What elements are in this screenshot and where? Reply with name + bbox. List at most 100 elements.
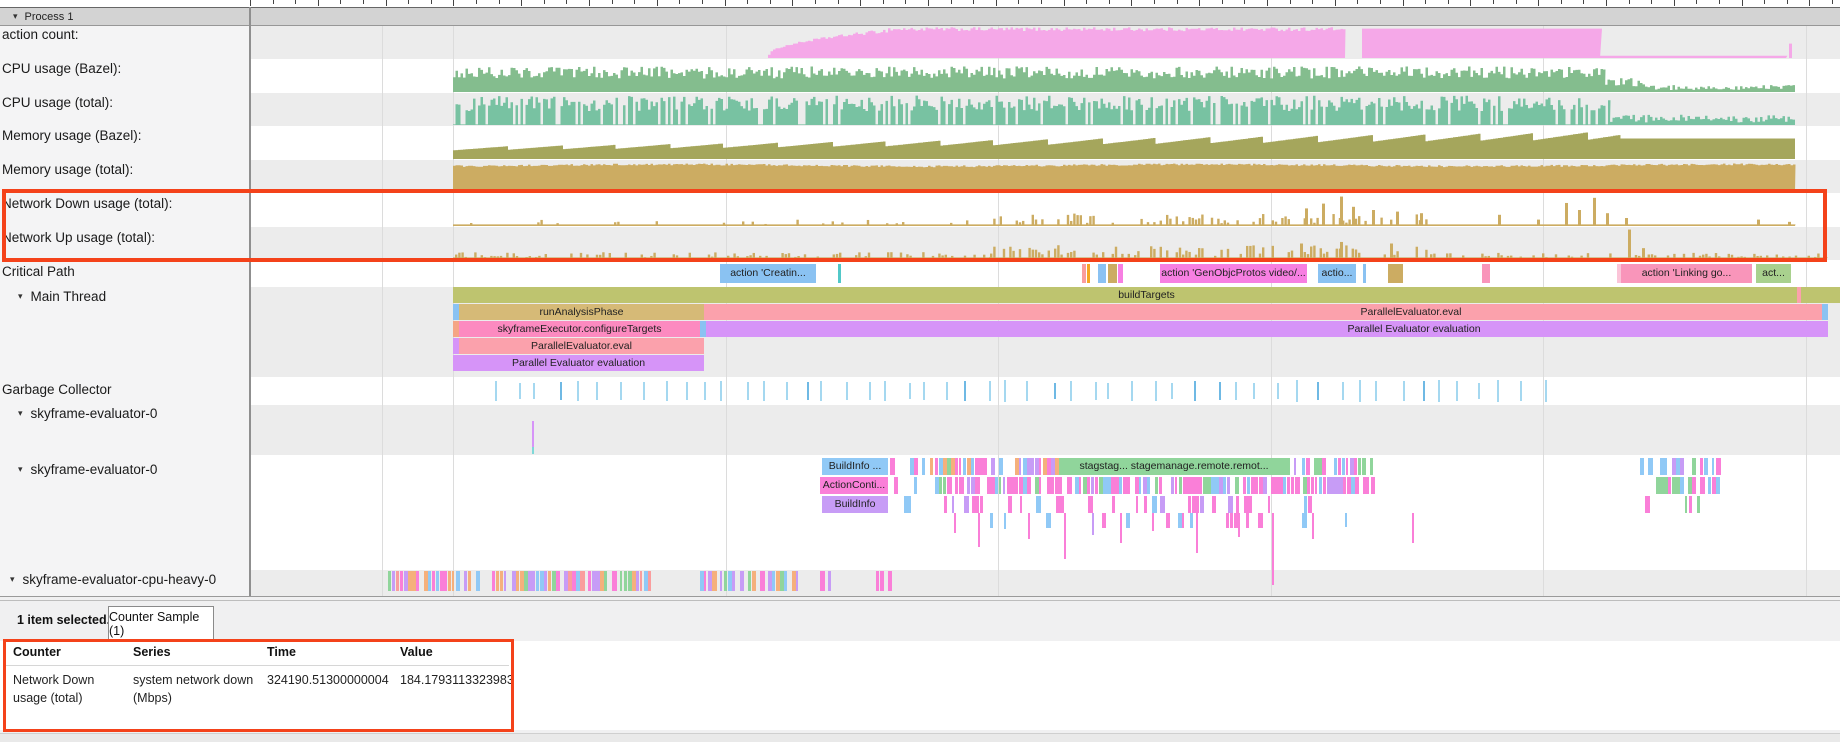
trace-slice[interactable]: [516, 571, 519, 591]
trace-slice[interactable]: [464, 571, 467, 591]
trace-slice[interactable]: [1235, 477, 1239, 494]
gc-tick[interactable]: [909, 383, 911, 400]
trace-slice[interactable]: [1648, 458, 1653, 475]
trace-slice[interactable]: [1088, 496, 1093, 513]
collapse-icon[interactable]: ▾: [18, 464, 23, 475]
trace-slice[interactable]: [624, 571, 627, 591]
counter-chart-action-count[interactable]: [250, 26, 1840, 58]
main-thread-slice[interactable]: [1822, 304, 1828, 320]
trace-slice[interactable]: [999, 477, 1001, 494]
main-thread-slice[interactable]: ParallelEvaluator.eval: [1000, 304, 1822, 320]
trace-slice[interactable]: [436, 571, 439, 591]
trace-slice[interactable]: [432, 571, 435, 591]
trace-slice[interactable]: [1689, 496, 1692, 513]
trace-slice[interactable]: [748, 571, 751, 591]
trace-slice[interactable]: [980, 496, 983, 513]
trace-slice[interactable]: [1238, 513, 1240, 537]
trace-slice[interactable]: [959, 458, 961, 475]
trace-slice[interactable]: [640, 571, 642, 591]
main-thread-slice[interactable]: [704, 304, 1000, 320]
trace-slice[interactable]: [1692, 477, 1696, 494]
trace-slice[interactable]: [952, 496, 954, 513]
trace-slice[interactable]: [1291, 477, 1294, 494]
gc-tick[interactable]: [686, 382, 688, 399]
trace-slice[interactable]: [955, 458, 958, 475]
trace-slice[interactable]: [947, 477, 952, 494]
trace-slice[interactable]: [1036, 496, 1041, 513]
trace-slice[interactable]: [396, 571, 399, 591]
trace-slice[interactable]: [536, 571, 539, 591]
gc-tick[interactable]: [1478, 383, 1480, 399]
trace-slice[interactable]: [964, 496, 969, 513]
gc-tick[interactable]: [747, 382, 749, 399]
trace-slice[interactable]: [880, 571, 884, 591]
trace-slice[interactable]: [1179, 477, 1182, 494]
track-label-skyframe-evaluator-0b[interactable]: ▾skyframe-evaluator-0: [18, 462, 157, 477]
gc-tick[interactable]: [1545, 380, 1547, 402]
critical-path-slice[interactable]: actio...: [1318, 264, 1356, 283]
track-label-skyframe-evaluator-cpu-heavy-0[interactable]: ▾skyframe-evaluator-cpu-heavy-0: [10, 572, 216, 587]
trace-slice[interactable]: [1358, 458, 1361, 475]
collapse-icon[interactable]: ▾: [10, 574, 15, 585]
trace-slice[interactable]: [548, 571, 551, 591]
trace-slice[interactable]: [724, 571, 727, 591]
sidebar-divider[interactable]: [249, 7, 251, 596]
trace-slice[interactable]: [1139, 477, 1141, 494]
trace-slice[interactable]: [955, 477, 958, 494]
trace-slice[interactable]: [1196, 513, 1198, 553]
critical-path-slice[interactable]: [1118, 264, 1123, 283]
main-thread-slice[interactable]: skyframeExecutor.configureTargets: [459, 321, 700, 337]
trace-slice[interactable]: [1152, 513, 1154, 531]
gc-tick[interactable]: [820, 381, 822, 401]
trace-slice[interactable]: [1263, 477, 1267, 494]
trace-slice[interactable]: [796, 571, 798, 591]
trace-slice[interactable]: BuildInfo ...: [822, 458, 888, 475]
main-thread-slice[interactable]: Parallel Evaluator evaluation: [453, 355, 704, 371]
trace-slice[interactable]: [1712, 458, 1714, 475]
trace-slice[interactable]: [1367, 477, 1369, 494]
trace-slice[interactable]: [1412, 513, 1414, 543]
trace-slice[interactable]: [1338, 458, 1341, 475]
trace-slice[interactable]: [1152, 496, 1157, 513]
trace-slice[interactable]: [908, 496, 911, 513]
trace-slice[interactable]: [612, 571, 617, 591]
gc-tick[interactable]: [1107, 383, 1109, 399]
trace-slice[interactable]: [388, 571, 391, 591]
trace-slice[interactable]: [416, 571, 419, 591]
trace-slice[interactable]: [468, 571, 471, 591]
gc-tick[interactable]: [1026, 381, 1028, 400]
trace-slice[interactable]: [604, 571, 607, 591]
trace-slice[interactable]: [876, 571, 879, 591]
critical-path-slice[interactable]: [838, 264, 841, 283]
trace-slice[interactable]: [784, 571, 787, 591]
trace-slice[interactable]: [1127, 477, 1130, 494]
gc-tick[interactable]: [495, 381, 497, 402]
trace-slice[interactable]: [1027, 477, 1031, 494]
trace-slice[interactable]: [1159, 477, 1162, 494]
trace-slice[interactable]: [828, 571, 831, 591]
gc-tick[interactable]: [1194, 381, 1196, 402]
gc-tick[interactable]: [1497, 380, 1499, 402]
gc-tick[interactable]: [1403, 381, 1405, 402]
trace-slice[interactable]: [1243, 477, 1246, 494]
trace-slice[interactable]: [1120, 513, 1122, 543]
trace-slice[interactable]: [1370, 458, 1373, 475]
gc-tick[interactable]: [1456, 381, 1458, 401]
trace-slice[interactable]: [1171, 477, 1174, 494]
trace-slice[interactable]: [991, 458, 995, 475]
trace-slice[interactable]: [1307, 477, 1310, 494]
gc-tick[interactable]: [577, 381, 579, 401]
trace-slice[interactable]: [712, 571, 717, 591]
trace-slice[interactable]: [760, 571, 765, 591]
trace-slice[interactable]: [954, 513, 956, 533]
trace-slice[interactable]: [1200, 496, 1204, 513]
trace-slice[interactable]: [1319, 477, 1322, 494]
trace-slice[interactable]: [556, 571, 560, 591]
trace-slice[interactable]: [1311, 477, 1314, 494]
trace-slice[interactable]: [943, 477, 946, 494]
trace-slice[interactable]: [1199, 477, 1202, 494]
trace-slice[interactable]: [1112, 496, 1115, 513]
gc-tick[interactable]: [1342, 382, 1344, 401]
trace-slice[interactable]: [1126, 513, 1130, 528]
trace-slice[interactable]: [1166, 513, 1170, 528]
